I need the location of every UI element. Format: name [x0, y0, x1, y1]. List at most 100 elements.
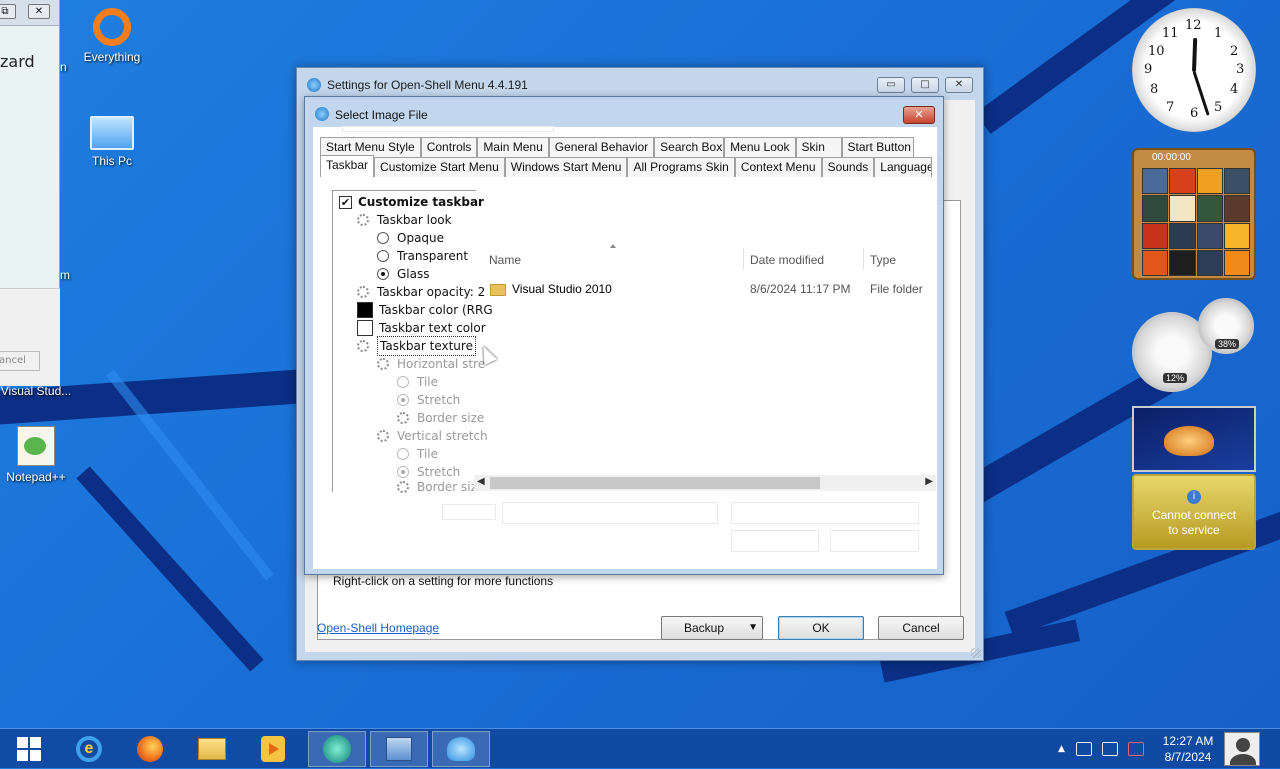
- desktop-icon-this-pc[interactable]: This Pc: [72, 116, 152, 168]
- tab-skin[interactable]: Skin: [795, 137, 842, 157]
- tab-search-box[interactable]: Search Box: [654, 137, 725, 157]
- radio-button-selected[interactable]: [397, 394, 409, 406]
- network-icon[interactable]: [1101, 742, 1118, 756]
- taskbar-time: 12:27 AM: [1162, 734, 1214, 748]
- open-shell-icon: [447, 737, 475, 761]
- puzzle-grid[interactable]: [1142, 168, 1250, 276]
- file-type: File folder: [870, 282, 923, 296]
- tab-main-menu[interactable]: Main Menu: [477, 137, 549, 157]
- tree-taskbar-look[interactable]: Taskbar look: [357, 211, 452, 229]
- tab-menu-look[interactable]: Menu Look: [724, 137, 796, 157]
- ok-button[interactable]: OK: [778, 616, 864, 640]
- volume-muted-icon[interactable]: [1127, 742, 1144, 756]
- tab-sounds[interactable]: Sounds: [821, 157, 875, 177]
- scroll-right-icon[interactable]: ▶: [925, 476, 933, 487]
- tree-transparent[interactable]: Transparent: [377, 247, 468, 265]
- tab-windows-start-menu[interactable]: Windows Start Menu: [504, 157, 628, 177]
- radio-button[interactable]: [397, 448, 409, 460]
- flag-icon[interactable]: [1075, 742, 1092, 756]
- tree-vertical-stretch[interactable]: Vertical stretch: [377, 427, 488, 445]
- taskbar-remote-desktop[interactable]: [370, 731, 428, 767]
- tab-language[interactable]: Language: [874, 157, 933, 177]
- tree-border-size[interactable]: Border size: [397, 409, 484, 427]
- tab-start-button[interactable]: Start Button: [841, 137, 914, 157]
- radio-button-selected[interactable]: [397, 466, 409, 478]
- tab-all-programs-skin[interactable]: All Programs Skin: [627, 157, 735, 177]
- tree-taskbar-opacity[interactable]: Taskbar opacity: 2: [357, 283, 485, 301]
- user-avatar[interactable]: [1224, 732, 1260, 766]
- taskbar-media-player[interactable]: [244, 731, 302, 767]
- taskbar-clock[interactable]: 12:27 AM 8/7/2024: [1158, 733, 1218, 765]
- column-separator[interactable]: [863, 248, 864, 270]
- file-row[interactable]: Visual Studio 2010: [490, 282, 612, 296]
- column-type[interactable]: Type: [870, 253, 896, 267]
- tree-glass[interactable]: Glass: [377, 265, 430, 283]
- tree-opaque[interactable]: Opaque: [377, 229, 444, 247]
- settings-tree[interactable]: ✔ Customize taskbar Taskbar look Opaque …: [332, 190, 493, 493]
- tree-tile[interactable]: Tile: [397, 373, 438, 391]
- slideshow-gadget[interactable]: [1132, 406, 1256, 472]
- restore-icon[interactable]: ⧉: [0, 4, 16, 19]
- tab-taskbar[interactable]: Taskbar: [320, 155, 375, 177]
- open-button[interactable]: [731, 530, 819, 552]
- clock-gadget[interactable]: 12 1 2 3 4 5 6 7 8 9 10 11: [1132, 8, 1256, 132]
- desktop-icon-label: Visual Stud...: [0, 384, 72, 398]
- cancel-button[interactable]: ancel: [0, 351, 40, 371]
- radio-button[interactable]: [377, 250, 389, 262]
- taskbar-file-explorer[interactable]: [183, 731, 241, 767]
- resize-grip[interactable]: [971, 648, 981, 658]
- column-date-modified[interactable]: Date modified: [750, 253, 824, 267]
- background-window[interactable]: ⧉ ✕ zard ancel: [0, 0, 60, 386]
- start-button[interactable]: [0, 731, 58, 767]
- homepage-link[interactable]: Open-Shell Homepage: [317, 621, 439, 635]
- close-button[interactable]: ✕: [945, 77, 973, 93]
- tab-customize-start-menu[interactable]: Customize Start Menu: [374, 157, 505, 177]
- horizontal-scrollbar[interactable]: ◀ ▶: [474, 475, 936, 491]
- cancel-button[interactable]: Cancel: [878, 616, 964, 640]
- close-button[interactable]: ✕: [903, 106, 935, 124]
- minimize-button[interactable]: ▭: [877, 77, 905, 93]
- memory-meter-gadget[interactable]: 38%: [1198, 298, 1254, 354]
- backup-button[interactable]: Backup ▼: [661, 616, 763, 640]
- scrollbar-thumb[interactable]: [490, 477, 820, 489]
- tab-context-menu[interactable]: Context Menu: [734, 157, 822, 177]
- tab-controls[interactable]: Controls: [420, 137, 478, 157]
- background-window-titlebar[interactable]: ⧉ ✕: [0, 0, 59, 26]
- tree-stretch[interactable]: Stretch: [397, 391, 460, 409]
- gear-icon: [377, 430, 389, 442]
- tree-stretch[interactable]: Stretch: [397, 463, 460, 481]
- radio-button[interactable]: [377, 232, 389, 244]
- taskbar-app[interactable]: [308, 731, 366, 767]
- address-bar[interactable]: [342, 126, 554, 132]
- tree-horizontal-stretch[interactable]: Horizontal stre: [377, 355, 485, 373]
- tree-tile[interactable]: Tile: [397, 445, 438, 463]
- picture-puzzle-gadget[interactable]: 00:00:00: [1132, 148, 1256, 280]
- desktop-icon-visual-studio[interactable]: Visual Stud...: [0, 384, 76, 398]
- checkbox-checked[interactable]: ✔: [339, 195, 352, 209]
- desktop-icon-notepadpp[interactable]: Notepad++: [0, 426, 76, 484]
- tree-customize-taskbar[interactable]: ✔ Customize taskbar: [339, 193, 484, 211]
- tree-label: Customize taskbar: [358, 195, 484, 209]
- tree-taskbar-texture[interactable]: Taskbar texture: [357, 336, 476, 356]
- tree-taskbar-text-color[interactable]: Taskbar text color: [357, 319, 486, 337]
- tab-general-behavior[interactable]: General Behavior: [548, 137, 655, 157]
- taskbar-open-shell[interactable]: [432, 731, 490, 767]
- close-icon[interactable]: ✕: [28, 4, 50, 19]
- desktop-icon-everything[interactable]: Everything: [72, 8, 152, 64]
- column-name[interactable]: Name: [489, 253, 521, 267]
- tree-border-size[interactable]: Border size: [397, 481, 484, 493]
- taskbar-internet-explorer[interactable]: e: [60, 731, 118, 767]
- filetype-select[interactable]: [731, 502, 919, 524]
- filename-input[interactable]: [502, 502, 718, 524]
- show-hidden-icons-icon[interactable]: ▲: [1058, 744, 1065, 754]
- maximize-button[interactable]: □: [911, 77, 939, 93]
- tab-start-menu-style[interactable]: Start Menu Style: [320, 137, 421, 157]
- taskbar-firefox[interactable]: [121, 731, 179, 767]
- scroll-left-icon[interactable]: ◀: [477, 476, 485, 487]
- tree-taskbar-color[interactable]: Taskbar color (RRG: [357, 301, 493, 319]
- radio-button-selected[interactable]: [377, 268, 389, 280]
- radio-button[interactable]: [397, 376, 409, 388]
- weather-gadget[interactable]: i Cannot connect to service: [1132, 474, 1256, 550]
- dialog-cancel-button[interactable]: [830, 530, 919, 552]
- column-separator[interactable]: [743, 248, 744, 270]
